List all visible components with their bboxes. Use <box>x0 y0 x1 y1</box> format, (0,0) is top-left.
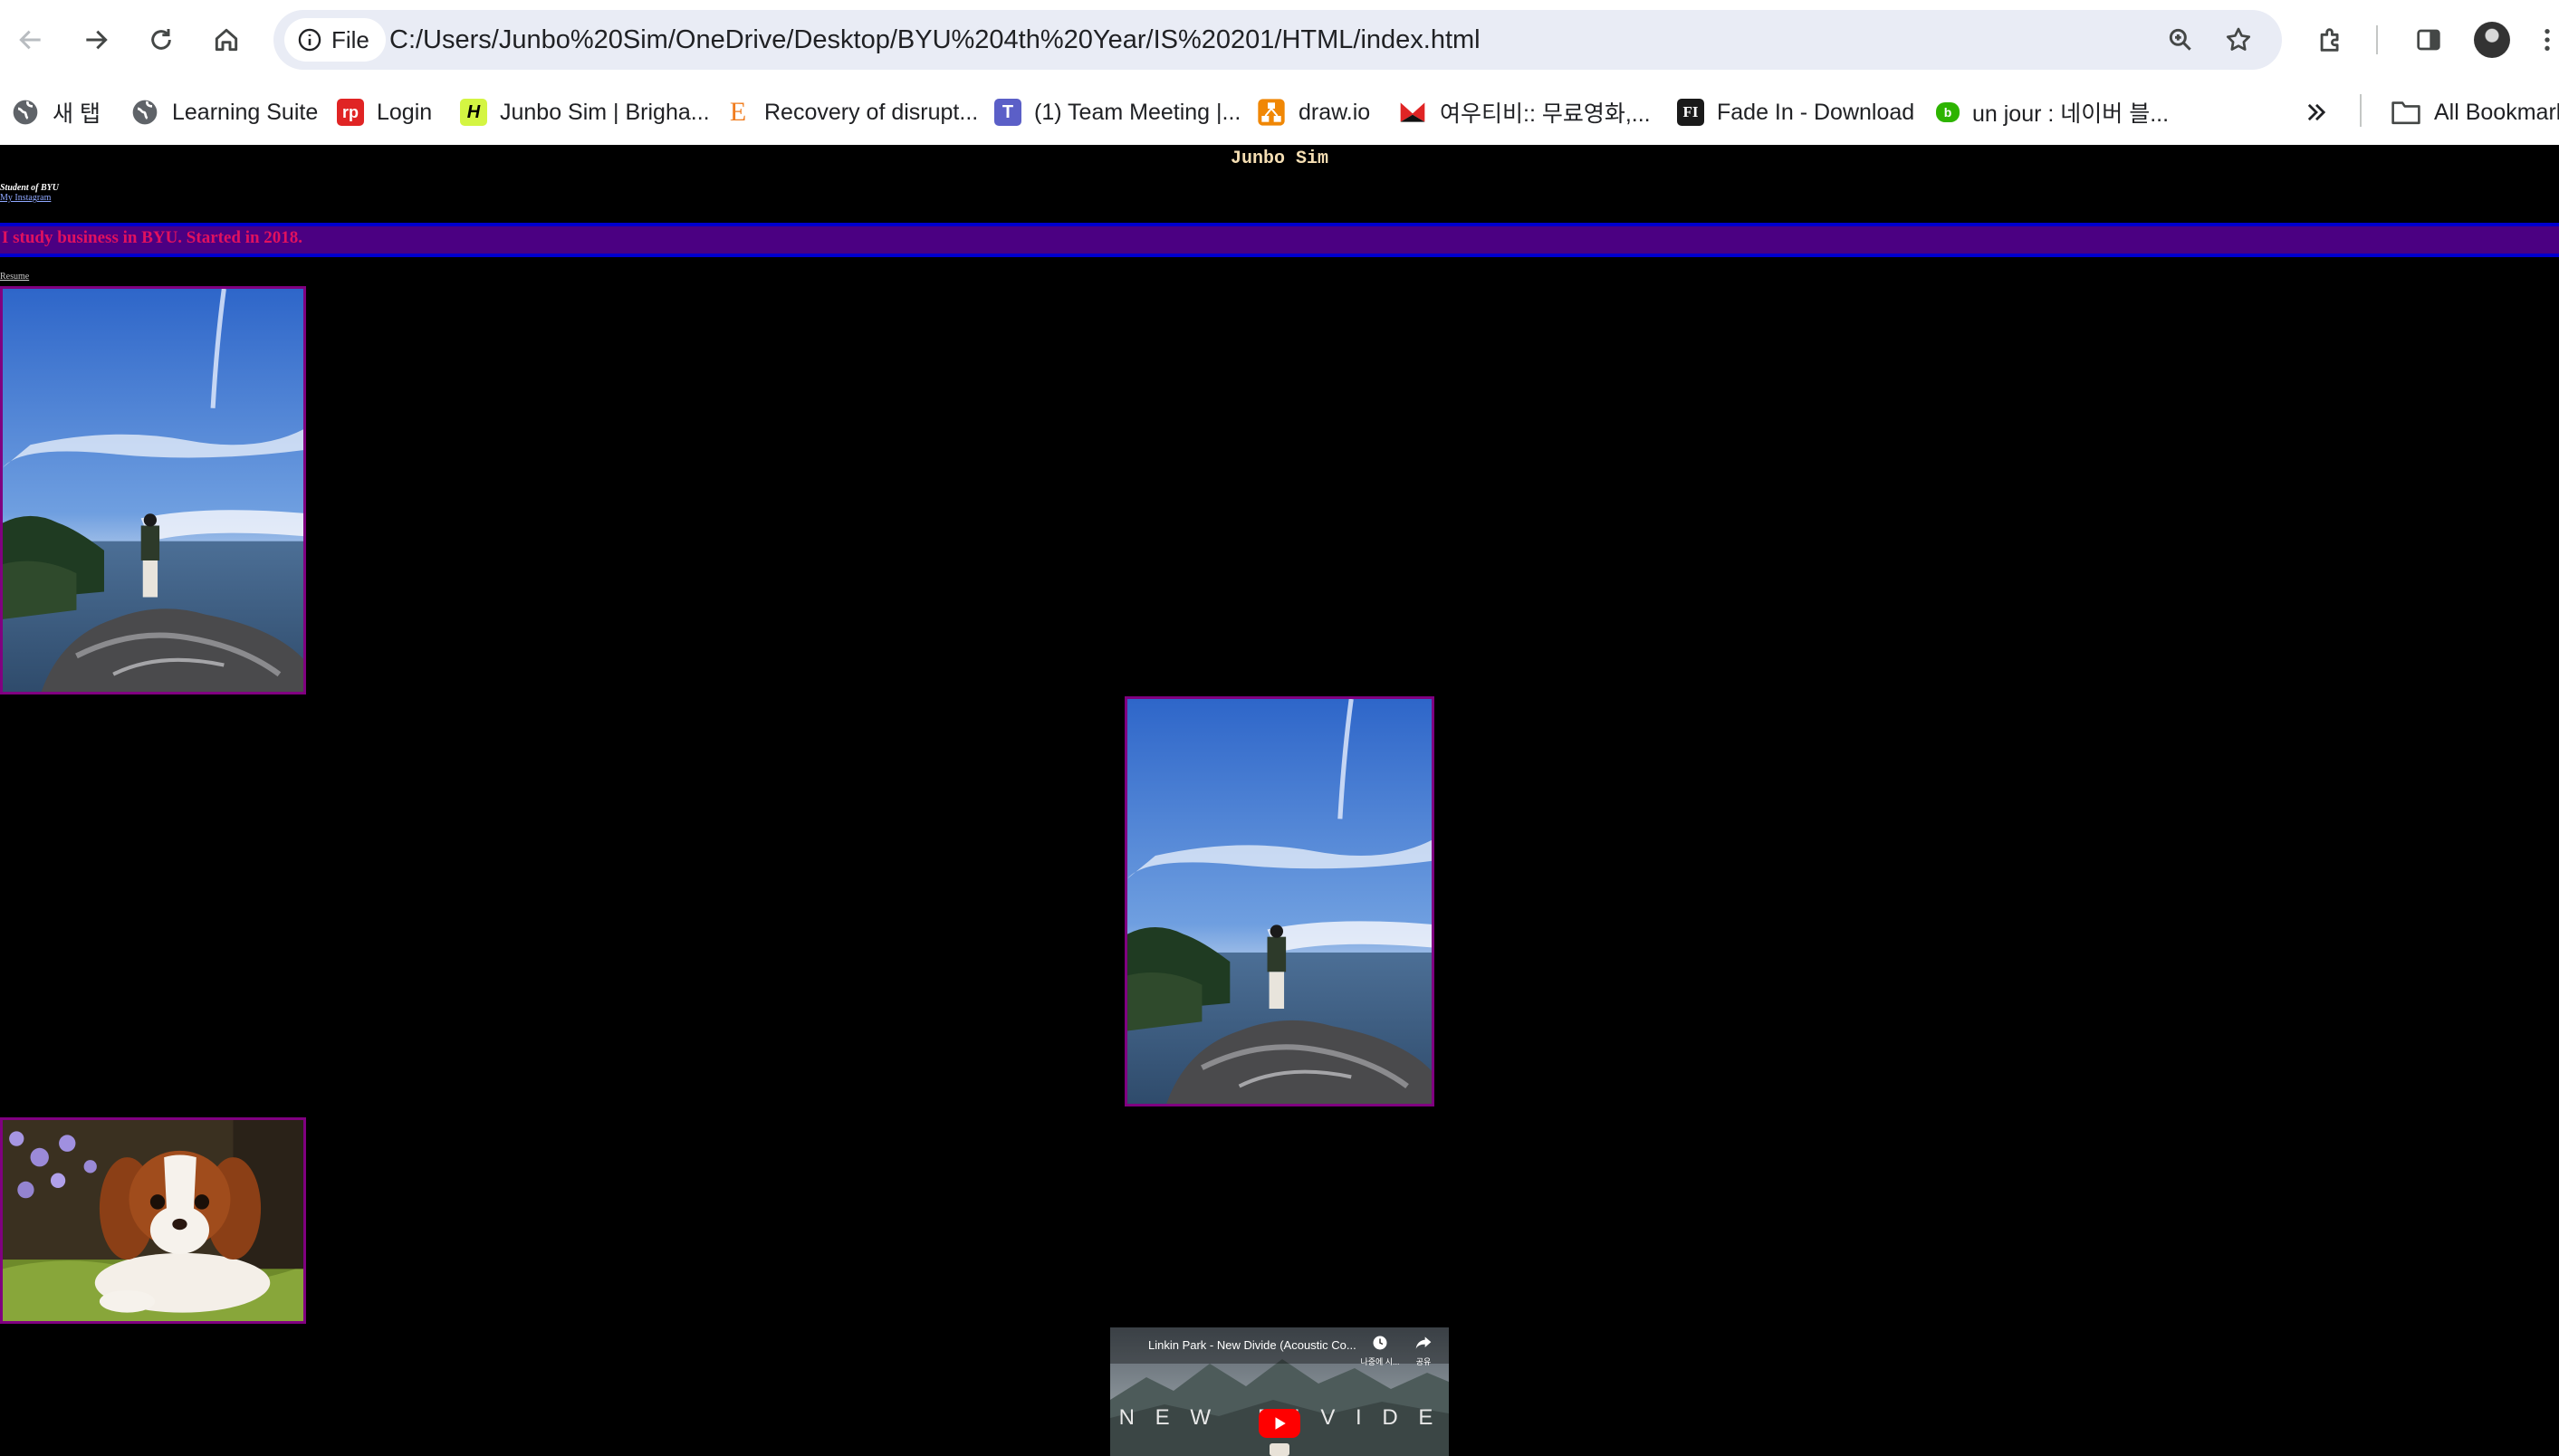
fox-icon <box>1400 102 1425 122</box>
bookmark-label: 여우티비:: 무료영화,... <box>1440 101 1651 127</box>
address-bar[interactable]: File C:/Users/Junbo%20Sim/OneDrive/Deskt… <box>273 10 2282 70</box>
forward-button[interactable] <box>72 16 120 63</box>
url-text[interactable]: C:/Users/Junbo%20Sim/OneDrive/Desktop/BY… <box>389 10 1481 70</box>
bookmark-label: draw.io <box>1299 99 1371 125</box>
toolbar-divider <box>2376 25 2378 54</box>
play-icon <box>1275 1417 1286 1430</box>
back-arrow-icon <box>19 30 41 50</box>
browser-chrome: File C:/Users/Junbo%20Sim/OneDrive/Deskt… <box>0 0 2559 146</box>
coastal-photo-image <box>1127 699 1432 1104</box>
youtube-embed[interactable]: Linkin Park - New Divide (Acoustic Co...… <box>1110 1327 1449 1456</box>
all-bookmarks-button[interactable]: All Bookmarks <box>2391 92 2559 132</box>
bookmark-label: Learning Suite <box>172 99 319 125</box>
forward-arrow-icon <box>86 30 108 50</box>
puppy-photo <box>0 1117 306 1324</box>
resume-link[interactable]: Resume <box>0 272 29 282</box>
bookmark-learning-suite[interactable]: Learning Suite <box>130 92 318 132</box>
bookmark-junbo-sim[interactable]: H Junbo Sim | Brigha... <box>460 92 710 132</box>
bookmark-label: (1) Team Meeting |... <box>1034 99 1241 125</box>
side-panel-icon[interactable] <box>2405 16 2452 63</box>
folder-icon <box>2391 101 2420 125</box>
bookmark-star-icon[interactable] <box>2217 18 2260 62</box>
avatar <box>2474 22 2510 58</box>
bookmark-label: un jour : 네이버 블... <box>1972 101 2170 127</box>
e-icon: E <box>729 97 747 127</box>
bookmark-fade-in[interactable]: FI Fade In - Download <box>1677 92 1914 132</box>
profile-avatar[interactable] <box>2468 16 2516 63</box>
clock-icon <box>1373 1336 1387 1350</box>
extensions-icon[interactable] <box>2307 16 2354 63</box>
home-icon <box>215 28 238 52</box>
double-chevron-right-icon <box>2307 103 2326 121</box>
bookmark-login[interactable]: rp Login <box>337 92 432 132</box>
bookmark-label: Recovery of disrupt... <box>764 99 979 125</box>
zoom-icon[interactable] <box>2159 18 2202 62</box>
bookmark-new-tab[interactable]: 새 탭 <box>11 92 101 132</box>
bookmarks-divider <box>2360 94 2362 127</box>
bookmarks-overflow-button[interactable] <box>2304 92 2329 132</box>
bookmark-fox-tv[interactable]: 여우티비:: 무료영화,... <box>1398 92 1651 132</box>
globe-icon <box>132 100 158 125</box>
globe-icon <box>13 100 38 125</box>
bookmark-label: Login <box>377 99 433 125</box>
drawio-icon <box>1258 99 1285 126</box>
intro-banner: I study business in BYU. Started in 2018… <box>0 223 2559 257</box>
reload-button[interactable] <box>138 16 185 63</box>
share-label: 공유 <box>1415 1357 1432 1366</box>
back-button[interactable] <box>7 16 54 63</box>
bookmark-recovery[interactable]: E Recovery of disrupt... <box>724 92 978 132</box>
menu-icon[interactable] <box>2535 16 2559 63</box>
info-icon <box>298 28 321 52</box>
bookmarks-bar: 새 탭 Learning Suite rp Login H Junbo Sim … <box>0 80 2559 146</box>
puppy-photo-image <box>3 1120 303 1321</box>
watch-later-button[interactable]: 나중에 시... <box>1360 1335 1400 1367</box>
site-info-chip[interactable]: File <box>284 18 386 62</box>
share-arrow-icon <box>1415 1336 1432 1349</box>
instagram-link[interactable]: My Instagram <box>0 193 51 203</box>
coastal-photo-center <box>1125 696 1434 1106</box>
home-button[interactable] <box>203 16 250 63</box>
coastal-photo-left <box>0 286 306 694</box>
page-title: Junbo Sim <box>1230 148 1329 169</box>
intro-text: I study business in BYU. Started in 2018… <box>2 228 303 247</box>
web-page: Junbo Sim Student of BYU My Instagram I … <box>0 145 2559 1456</box>
bookmark-label: All Bookmarks <box>2434 99 2559 125</box>
reload-icon <box>151 29 171 50</box>
watch-later-label: 나중에 시... <box>1360 1357 1400 1366</box>
video-title[interactable]: Linkin Park - New Divide (Acoustic Co... <box>1148 1338 1375 1352</box>
bookmark-label: 새 탭 <box>53 101 101 127</box>
teams-icon: T <box>994 99 1021 126</box>
bookmark-drawio[interactable]: draw.io <box>1257 92 1370 132</box>
rp-icon: rp <box>337 99 364 126</box>
page-subtitle: Student of BYU <box>0 183 60 193</box>
coastal-photo-image <box>3 289 303 692</box>
bookmark-naver-blog[interactable]: b un jour : 네이버 블... <box>1936 92 2169 132</box>
play-button[interactable] <box>1259 1409 1300 1438</box>
site-info-label: File <box>331 25 369 53</box>
h-icon: H <box>460 99 487 126</box>
share-button[interactable]: 공유 <box>1407 1335 1440 1367</box>
bookmark-label: Junbo Sim | Brigha... <box>500 99 710 125</box>
browser-toolbar: File C:/Users/Junbo%20Sim/OneDrive/Deskt… <box>0 0 2559 80</box>
blog-icon: b <box>1936 102 1960 122</box>
bookmark-team-meeting[interactable]: T (1) Team Meeting |... <box>994 92 1241 132</box>
fadein-icon: FI <box>1677 99 1704 126</box>
bookmark-label: Fade In - Download <box>1717 99 1915 125</box>
